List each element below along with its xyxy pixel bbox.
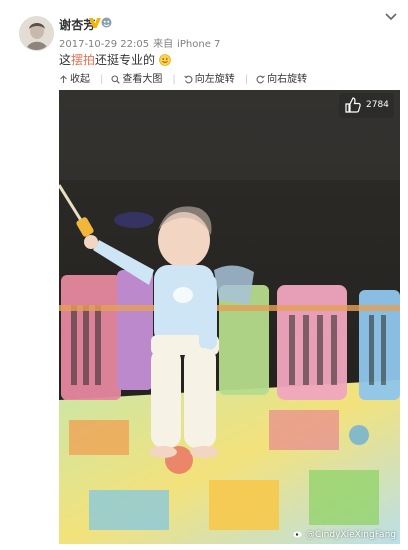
post-photo[interactable]: 2784 @CindyXieXingFang [59,90,400,544]
post-meta: 2017-10-29 22:05 来自 iPhone 7 [59,35,224,50]
toolbar-divider: | [244,74,249,85]
rotate-left-label: 向左旋转 [194,74,235,85]
post-text-highlight[interactable]: 摆拍 [71,53,95,67]
post-source[interactable]: iPhone 7 [177,39,220,50]
rotate-right-label: 向右旋转 [267,74,308,85]
collapse-button[interactable]: 收起 [59,70,90,85]
like-count: 2784 [366,100,389,110]
rotate-left-icon [183,75,193,84]
view-large-label: 查看大图 [122,74,163,85]
avatar[interactable] [19,16,54,51]
verified-badge-icon[interactable] [88,16,102,30]
post-timestamp[interactable]: 2017-10-29 22:05 [59,39,149,50]
smile-emoji-icon [159,54,171,66]
weibo-logo-icon [293,531,302,538]
toolbar-divider: | [100,74,104,85]
thumbs-up-icon [345,97,361,113]
magnifier-icon [111,75,121,84]
post-text: 这摆拍还挺专业的 [59,51,171,68]
like-button[interactable]: 2784 [339,93,394,118]
watermark-text: @CindyXieXingFang [305,530,396,540]
source-prefix: 来自 [153,39,174,50]
toolbar-divider: | [172,74,176,85]
chevron-down-icon[interactable] [384,12,398,22]
view-large-button[interactable]: 查看大图 [111,70,162,85]
baby-in-playpen-image [59,90,400,544]
rotate-left-button[interactable]: 向左旋转 [183,70,235,85]
rotate-right-button[interactable]: 向右旋转 [256,70,307,85]
arrow-up-icon [60,75,67,83]
rotate-right-icon [256,75,265,84]
post-text-before: 这 [59,53,72,67]
collapse-label: 收起 [70,74,90,85]
member-badge-icon[interactable] [101,17,112,28]
image-toolbar: 收起 | 查看大图 | 向左旋转 | 向右旋转 [59,70,317,86]
photo-watermark: @CindyXieXingFang [293,529,396,540]
post-text-after: 还挺专业的 [95,53,156,67]
weibo-post-card: 谢杏芳 2017-10-29 22:05 来自 iPhone 7 这摆拍还挺专业的 … [0,0,408,550]
